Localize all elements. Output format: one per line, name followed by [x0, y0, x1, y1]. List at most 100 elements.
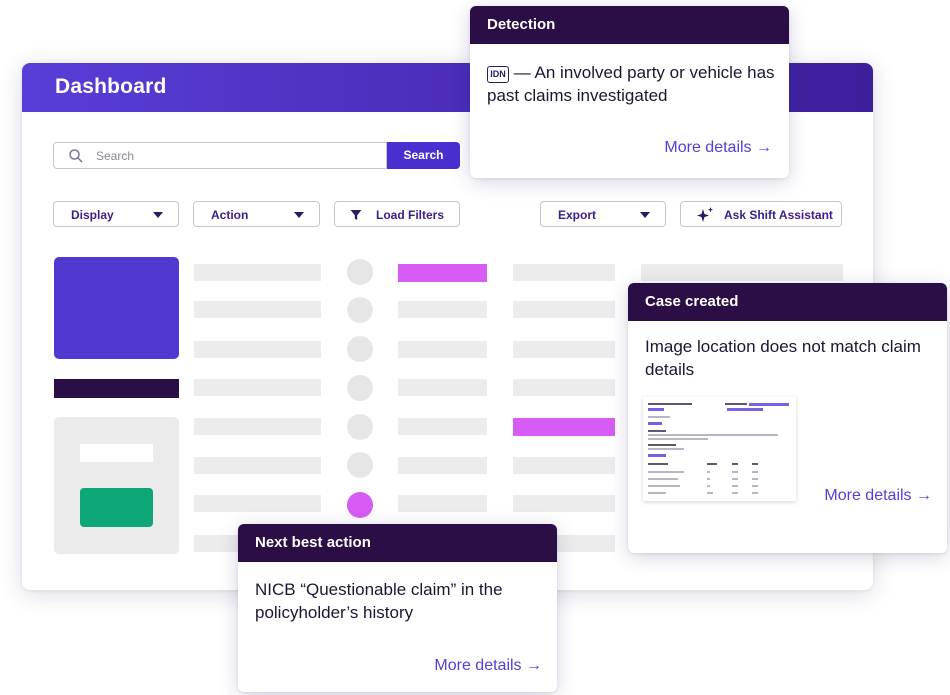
next-best-action-card: Next best action NICB “Questionable clai… — [238, 524, 557, 692]
table-row-cell — [398, 495, 487, 512]
table-row-cell — [513, 379, 615, 396]
document-text-line — [707, 471, 710, 473]
table-row-cell — [398, 301, 487, 318]
assistant-label: Ask Shift Assistant — [724, 208, 833, 222]
next-best-action-more-details-link[interactable]: More details → — [434, 657, 542, 675]
table-row-cell — [194, 379, 321, 396]
search-placeholder: Search — [96, 149, 135, 163]
document-text-line — [648, 463, 668, 465]
document-text-line — [749, 403, 789, 406]
table-row-cell — [513, 264, 615, 281]
document-text-line — [648, 478, 678, 480]
table-row-cell — [641, 264, 843, 281]
document-text-line — [648, 454, 666, 457]
filter-icon — [350, 210, 362, 220]
table-row-cell — [194, 341, 321, 358]
detection-text: — An involved party or vehicle has past … — [487, 63, 775, 105]
detection-card: Detection IDN — An involved party or veh… — [470, 6, 789, 178]
document-text-line — [752, 485, 758, 487]
row-status-dot — [347, 452, 373, 478]
document-text-line — [648, 438, 708, 440]
document-text-line — [707, 463, 717, 465]
table-row-cell — [194, 301, 321, 318]
table-row-cell — [513, 341, 615, 358]
table-row-cell — [398, 418, 487, 435]
action-dropdown[interactable]: Action — [193, 201, 320, 227]
document-text-line — [648, 430, 666, 432]
document-text-line — [648, 485, 680, 487]
document-text-line — [732, 478, 738, 480]
document-text-line — [648, 444, 676, 446]
table-row-cell — [398, 379, 487, 396]
search-icon — [69, 149, 83, 163]
document-text-line — [725, 403, 747, 405]
document-text-line — [648, 448, 684, 450]
export-dropdown[interactable]: Export — [540, 201, 666, 227]
caret-down-icon — [640, 212, 650, 218]
document-text-line — [648, 471, 684, 473]
search-input[interactable]: Search — [53, 142, 387, 169]
detection-more-details-link[interactable]: More details → — [664, 139, 772, 157]
document-text-line — [732, 463, 738, 465]
table-row-cell — [194, 418, 321, 435]
display-dropdown[interactable]: Display — [53, 201, 179, 227]
summary-tile — [54, 257, 179, 359]
page-title: Dashboard — [55, 75, 167, 98]
document-text-line — [648, 434, 778, 436]
status-tile-button — [80, 488, 153, 527]
table-row-cell — [194, 457, 321, 474]
row-status-dot — [347, 375, 373, 401]
document-text-line — [707, 485, 710, 487]
document-text-line — [732, 485, 738, 487]
table-row-cell — [398, 457, 487, 474]
row-highlight — [398, 264, 487, 282]
load-filters-label: Load Filters — [376, 208, 445, 222]
document-text-line — [752, 471, 758, 473]
caret-down-icon — [294, 212, 304, 218]
case-created-card-title: Case created — [628, 283, 947, 321]
document-text-line — [752, 478, 758, 480]
table-row-cell — [194, 495, 321, 512]
action-label: Action — [211, 208, 249, 222]
export-label: Export — [558, 208, 597, 222]
next-best-action-title: Next best action — [238, 524, 557, 562]
row-status-dot-active — [347, 492, 373, 518]
table-row-cell — [513, 301, 615, 318]
document-text-line — [727, 408, 763, 411]
document-text-line — [648, 422, 662, 425]
case-created-text: Image location does not match claim deta… — [645, 337, 921, 379]
load-filters-button[interactable]: Load Filters — [334, 201, 460, 227]
detection-card-title: Detection — [470, 6, 789, 44]
idn-badge: IDN — [487, 66, 509, 83]
case-document-thumbnail[interactable] — [643, 397, 796, 501]
document-text-line — [732, 471, 738, 473]
document-text-line — [707, 492, 713, 494]
tile-divider — [54, 379, 179, 398]
table-row-cell — [194, 264, 321, 281]
document-text-line — [707, 478, 710, 480]
display-label: Display — [71, 208, 114, 222]
document-text-line — [648, 408, 664, 411]
document-text-line — [752, 492, 758, 494]
row-status-dot — [347, 297, 373, 323]
next-best-action-text: NICB “Questionable claim” in the policyh… — [255, 580, 503, 622]
document-text-line — [648, 403, 692, 405]
document-text-line — [732, 492, 738, 494]
document-text-line — [752, 463, 758, 465]
row-status-dot — [347, 336, 373, 362]
status-tile-bar — [80, 444, 153, 462]
detection-card-body: IDN — An involved party or vehicle has p… — [487, 61, 777, 107]
search-button[interactable]: Search — [387, 142, 460, 169]
row-highlight — [513, 418, 615, 436]
sparkle-icon — [697, 207, 713, 222]
row-status-dot — [347, 414, 373, 440]
table-row-cell — [513, 457, 615, 474]
status-tile — [54, 417, 179, 554]
ask-assistant-button[interactable]: Ask Shift Assistant — [680, 201, 842, 227]
table-row-cell — [513, 495, 615, 512]
table-row-cell — [398, 341, 487, 358]
caret-down-icon — [153, 212, 163, 218]
row-status-dot — [347, 259, 373, 285]
document-text-line — [648, 416, 670, 418]
case-created-more-details-link[interactable]: More details → — [824, 487, 932, 505]
